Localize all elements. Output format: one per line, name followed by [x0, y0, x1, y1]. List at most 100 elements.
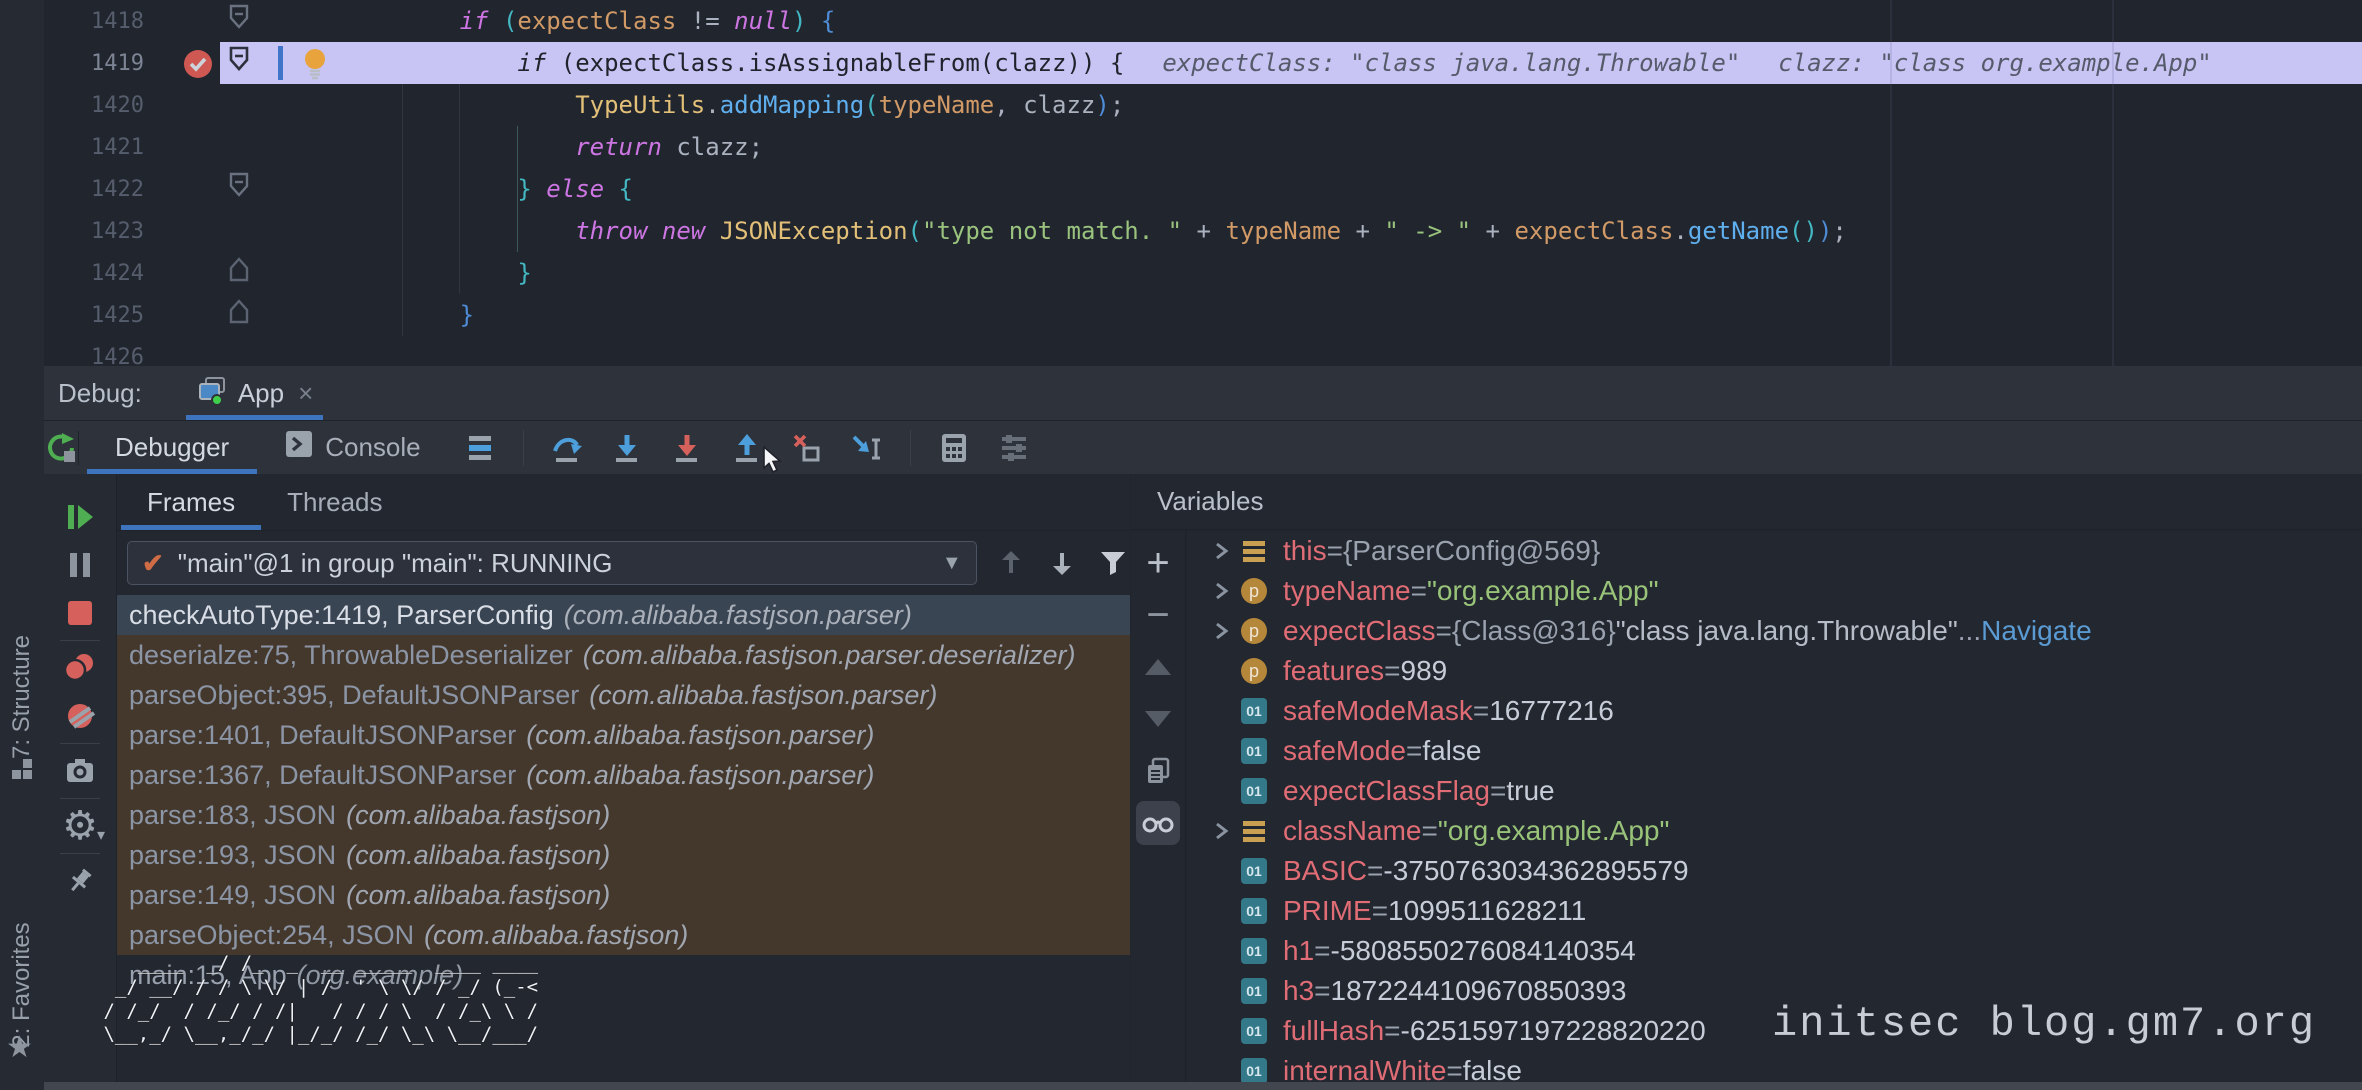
variables-title: Variables [1157, 486, 1263, 517]
stack-frame-row[interactable]: parse:1401, DefaultJSONParser(com.alibab… [117, 715, 1130, 755]
sidebar-item-structure[interactable]: 7: Structure [8, 635, 36, 759]
code-line-1419[interactable]: 1419if (expectClass.isAssignableFrom(cla… [44, 42, 2362, 84]
frame-down-icon[interactable] [1046, 546, 1079, 580]
frame-package: (com.alibaba.fastjson.parser.deserialize… [583, 640, 1076, 671]
chevron-down-icon: ▼ [942, 552, 962, 575]
gutter-icons [144, 294, 344, 336]
frame-location: checkAutoType:1419, ParserConfig [129, 600, 554, 631]
structure-icon[interactable] [9, 756, 35, 787]
thread-dropdown[interactable]: ✔ "main"@1 in group "main": RUNNING ▼ [127, 541, 977, 585]
code-line-1423[interactable]: 1423throw new JSONException("type not ma… [44, 210, 2362, 252]
remove-watch-icon[interactable]: − [1136, 593, 1180, 637]
variable-row-PRIME[interactable]: 01PRIME = 1099511628211 [1187, 891, 2362, 931]
step-over-icon[interactable] [550, 431, 584, 465]
sidebar-item-favorites[interactable]: 2: Favorites [8, 922, 36, 1047]
fold-end-marker-icon[interactable] [228, 256, 250, 287]
chevron-right-icon[interactable] [1203, 620, 1239, 642]
pause-button[interactable] [63, 548, 97, 582]
frame-up-icon[interactable] [995, 546, 1028, 580]
stop-button[interactable] [63, 596, 97, 630]
variable-value: "class java.lang.Throwable" [1616, 615, 1958, 647]
add-watch-icon[interactable]: + [1136, 541, 1180, 585]
variable-row-typeName[interactable]: ptypeName = "org.example.App" [1187, 571, 2362, 611]
tab-console[interactable]: Console [257, 421, 448, 474]
move-up-icon[interactable] [1136, 645, 1180, 689]
evaluate-expression-icon[interactable] [937, 431, 971, 465]
variable-row-expectClassFlag[interactable]: 01expectClassFlag = true [1187, 771, 2362, 811]
frame-location: parse:149, JSON [129, 880, 336, 911]
stack-frame-row[interactable]: parse:183, JSON(com.alibaba.fastjson) [117, 795, 1130, 835]
stack-frame-row[interactable]: parse:149, JSON(com.alibaba.fastjson) [117, 875, 1130, 915]
navigate-link[interactable]: Navigate [1981, 615, 2092, 647]
variable-row-BASIC[interactable]: 01BASIC = -3750763034362895579 [1187, 851, 2362, 891]
fold-marker-icon[interactable] [228, 46, 250, 77]
run-to-cursor-icon[interactable] [850, 431, 884, 465]
fold-marker-icon[interactable] [228, 172, 250, 203]
layout-settings-icon[interactable] [997, 431, 1031, 465]
copy-icon[interactable] [1136, 749, 1180, 793]
frame-location: parse:1401, DefaultJSONParser [129, 720, 516, 751]
resume-button[interactable] [63, 500, 97, 534]
force-step-into-icon[interactable] [670, 431, 704, 465]
code-line-1425[interactable]: 1425} [44, 294, 2362, 336]
variable-name: this [1283, 535, 1327, 567]
run-tab-app[interactable]: App × [186, 366, 323, 420]
variable-value: true [1506, 775, 1554, 807]
favorites-star-icon[interactable]: ★ [6, 1030, 33, 1065]
variable-value: -5808550276084140354 [1331, 935, 1636, 967]
variable-value: 1872244109670850393 [1331, 975, 1627, 1007]
chevron-right-icon[interactable] [1203, 820, 1239, 842]
breakpoint-icon[interactable] [180, 46, 216, 87]
variable-row-internalWhite[interactable]: 01internalWhite = false [1187, 1051, 2362, 1082]
code-editor[interactable]: 1418if (expectClass != null) {1419if (ex… [44, 0, 2362, 366]
lightbulb-icon[interactable] [300, 46, 330, 85]
pin-icon[interactable] [63, 864, 97, 898]
filter-icon[interactable] [1097, 546, 1130, 580]
tab-threads-label: Threads [287, 487, 382, 518]
code-line-1422[interactable]: 1422} else { [44, 168, 2362, 210]
code-line-1426[interactable]: 1426 [44, 336, 2362, 366]
stack-frame-row[interactable]: deserialze:75, ThrowableDeserializer(com… [117, 635, 1130, 675]
stack-frame-row[interactable]: parseObject:395, DefaultJSONParser(com.a… [117, 675, 1130, 715]
variable-row-className[interactable]: className = "org.example.App" [1187, 811, 2362, 851]
tab-debugger[interactable]: Debugger [87, 421, 257, 474]
tab-threads[interactable]: Threads [261, 474, 408, 530]
step-into-icon[interactable] [610, 431, 644, 465]
code-line-1420[interactable]: 1420TypeUtils.addMapping(typeName, clazz… [44, 84, 2362, 126]
line-number: 1422 [44, 177, 144, 202]
stack-frame-row[interactable]: checkAutoType:1419, ParserConfig(com.ali… [117, 595, 1130, 635]
move-down-icon[interactable] [1136, 697, 1180, 741]
variable-row-features[interactable]: pfeatures = 989 [1187, 651, 2362, 691]
variable-row-this[interactable]: this = {ParserConfig@569} [1187, 531, 2362, 571]
drop-frame-icon[interactable] [790, 431, 824, 465]
stack-frame-row[interactable]: parseObject:254, JSON(com.alibaba.fastjs… [117, 915, 1130, 955]
variable-value: -6251597197228820220 [1401, 1015, 1706, 1047]
step-out-icon[interactable] [730, 431, 764, 465]
variable-row-expectClass[interactable]: pexpectClass = {Class@316} "class java.l… [1187, 611, 2362, 651]
signature-watermark: initsec blog.gm7.org [1772, 1000, 2316, 1048]
variable-row-h1[interactable]: 01h1 = -5808550276084140354 [1187, 931, 2362, 971]
tab-debugger-label: Debugger [115, 432, 229, 463]
variable-row-safeMode[interactable]: 01safeMode = false [1187, 731, 2362, 771]
inline-debugger-hint: clazz: "class org.example.App" [1778, 49, 2211, 77]
code-line-1421[interactable]: 1421return clazz; [44, 126, 2362, 168]
fold-marker-icon[interactable] [228, 4, 250, 35]
code-line-1418[interactable]: 1418if (expectClass != null) { [44, 0, 2362, 42]
chevron-right-icon[interactable] [1203, 580, 1239, 602]
thread-dump-camera-icon[interactable] [63, 754, 97, 788]
variable-value: 1099511628211 [1388, 895, 1586, 927]
tab-frames[interactable]: Frames [121, 474, 261, 530]
stack-frame-row[interactable]: parse:193, JSON(com.alibaba.fastjson) [117, 835, 1130, 875]
stack-frame-row[interactable]: parse:1367, DefaultJSONParser(com.alibab… [117, 755, 1130, 795]
fold-end-marker-icon[interactable] [228, 298, 250, 329]
settings-gear-icon[interactable]: ⚙ ▾ [63, 809, 97, 843]
close-icon[interactable]: × [298, 378, 313, 409]
code-line-1424[interactable]: 1424} [44, 252, 2362, 294]
show-execution-point-icon[interactable] [463, 431, 497, 465]
show-watches-icon[interactable] [1136, 801, 1180, 845]
mute-breakpoints-icon[interactable] [63, 699, 97, 733]
variable-row-safeModeMask[interactable]: 01safeModeMask = 16777216 [1187, 691, 2362, 731]
chevron-right-icon[interactable] [1203, 540, 1239, 562]
rerun-button[interactable] [44, 431, 79, 465]
view-breakpoints-icon[interactable] [63, 651, 97, 685]
